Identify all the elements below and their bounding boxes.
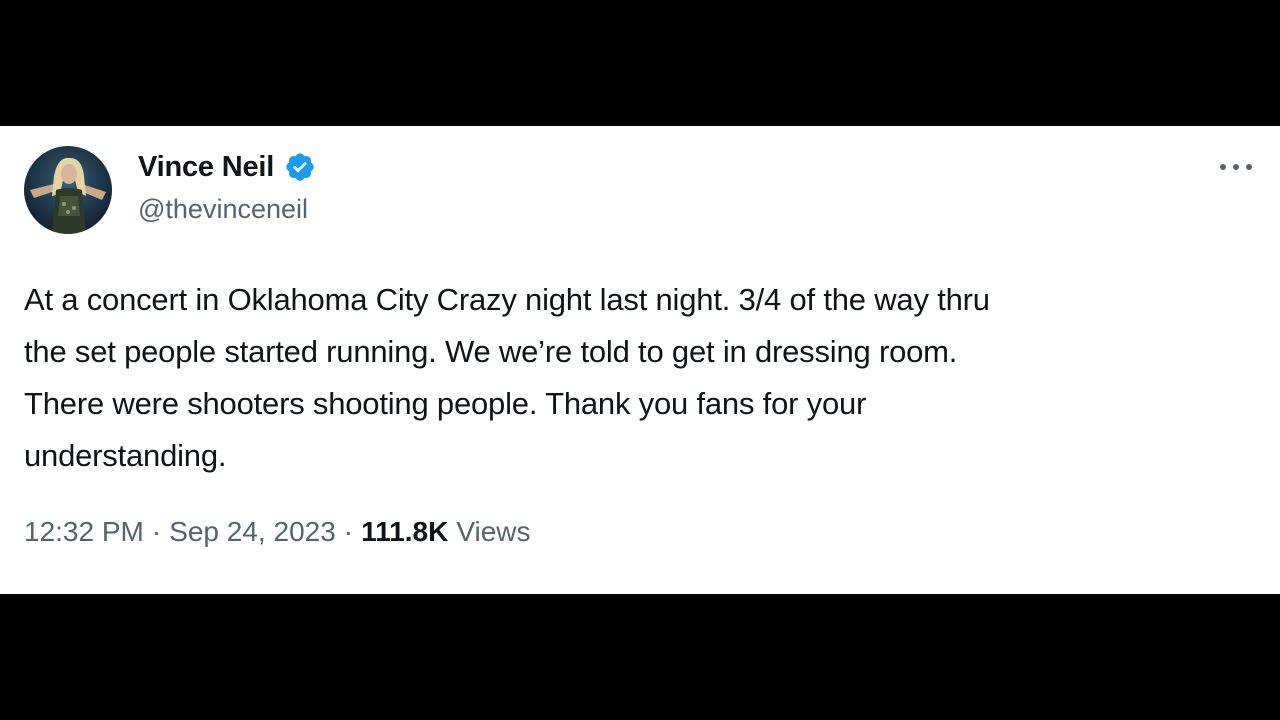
- tweet-meta: 12:32 PM · Sep 24, 2023 · 111.8K Views: [24, 516, 531, 548]
- display-name[interactable]: Vince Neil: [138, 151, 274, 184]
- tweet-card: Vince Neil @thevinceneil At a concert in…: [0, 126, 1280, 594]
- author-handle[interactable]: @thevinceneil: [138, 194, 308, 225]
- tweet-text: At a concert in Oklahoma City Crazy nigh…: [24, 282, 990, 473]
- tweet-time[interactable]: 12:32 PM: [24, 516, 144, 548]
- author-name-row[interactable]: Vince Neil: [138, 148, 316, 186]
- avatar[interactable]: [24, 146, 112, 234]
- views-label: Views: [456, 516, 531, 547]
- more-horizontal-icon: [1220, 164, 1252, 170]
- separator-dot: ·: [151, 516, 162, 547]
- separator-dot: ·: [343, 516, 354, 547]
- verified-badge-icon[interactable]: [284, 151, 316, 183]
- screenshot-frame: Vince Neil @thevinceneil At a concert in…: [0, 0, 1280, 720]
- profile-photo-icon: [24, 146, 112, 234]
- tweet-date[interactable]: Sep 24, 2023: [169, 516, 336, 548]
- views-count[interactable]: 111.8K: [361, 516, 448, 548]
- more-options-button[interactable]: [1216, 152, 1256, 182]
